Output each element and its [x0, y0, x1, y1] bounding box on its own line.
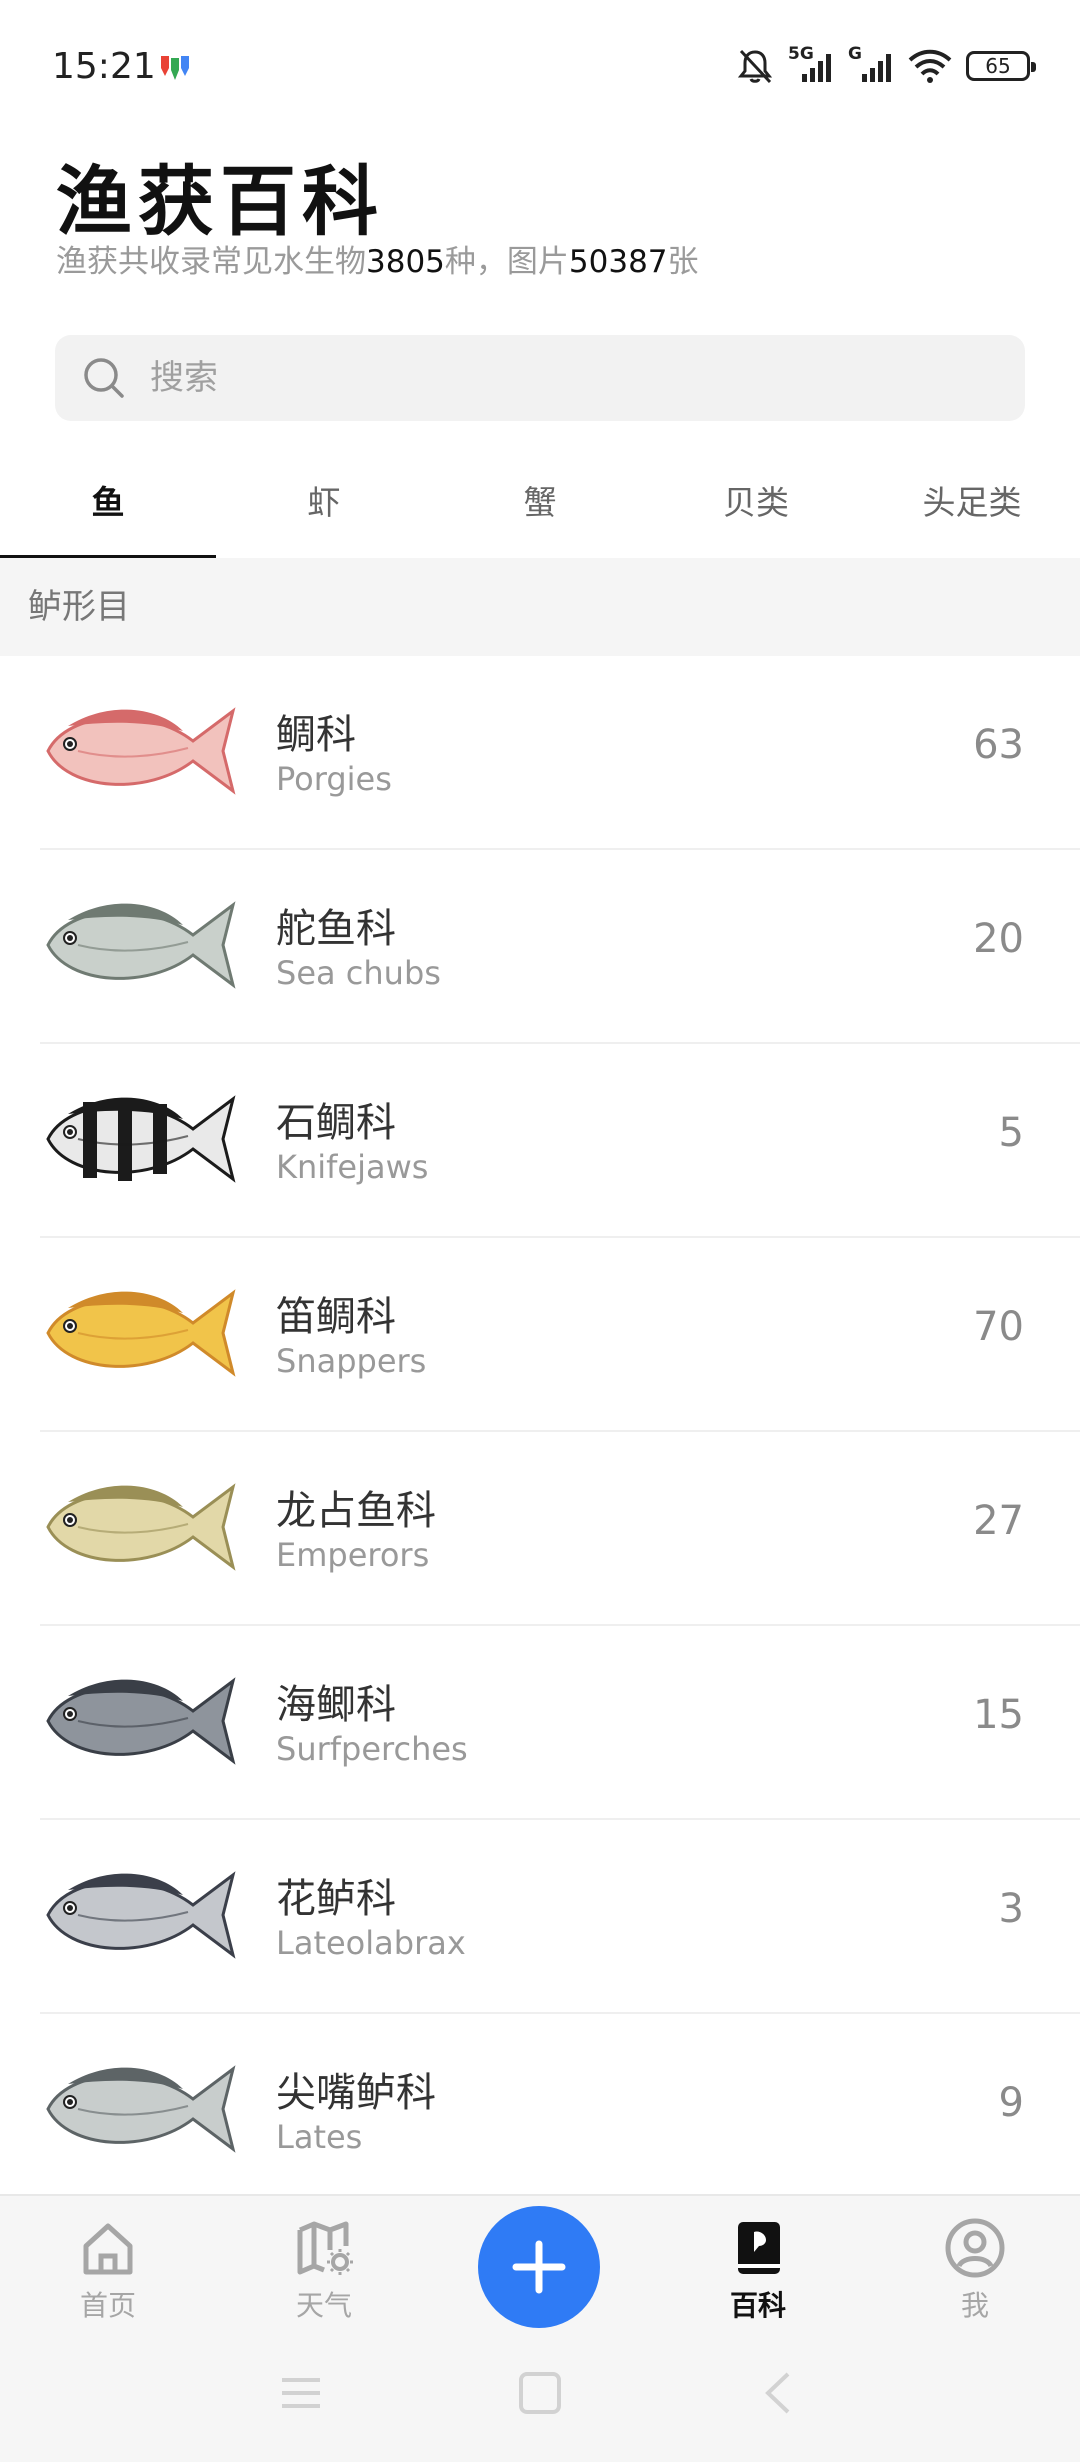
list-item[interactable]: 笛鲷科 Snappers 70: [0, 1238, 1080, 1432]
family-name: 花鲈科: [276, 1876, 396, 1922]
page-title: 渔获百科: [56, 157, 384, 246]
fish-thumbnail: [46, 1483, 236, 1571]
list-item[interactable]: 尖嘴鲈科 Lates 9: [0, 2014, 1080, 2208]
fish-thumbnail: [46, 1289, 236, 1377]
tab-crab[interactable]: 蟹: [432, 460, 648, 558]
nav-weather[interactable]: 天气: [254, 2216, 394, 2324]
status-icons: 5G G 65: [736, 44, 1036, 88]
family-latin-name: Emperors: [276, 1536, 430, 1574]
category-tabs: 鱼 虾 蟹 贝类 头足类: [0, 460, 1080, 560]
tab-cephalopods[interactable]: 头足类: [864, 460, 1080, 558]
plus-icon: [512, 2240, 566, 2294]
list-item[interactable]: 鲷科 Porgies 63: [0, 656, 1080, 850]
species-count-badge: 20: [973, 916, 1024, 962]
family-latin-name: Lates: [276, 2118, 363, 2156]
image-count: 50387: [568, 244, 668, 280]
profile-icon: [945, 2218, 1005, 2278]
species-count: 3805: [366, 244, 445, 280]
home-square-icon[interactable]: [517, 2370, 563, 2416]
encyclopedia-book-icon: [738, 2222, 780, 2274]
search-bar[interactable]: [55, 335, 1025, 421]
home-icon: [83, 2223, 133, 2275]
status-time: 15:21: [52, 46, 156, 87]
signal-2: G: [848, 44, 894, 86]
fish-thumbnail: [46, 707, 236, 795]
nav-home[interactable]: 首页: [38, 2216, 178, 2324]
signal-bars-icon: [862, 54, 891, 82]
family-latin-name: Porgies: [276, 760, 392, 798]
battery-indicator: 65: [966, 51, 1036, 81]
add-catch-button[interactable]: [478, 2206, 600, 2328]
family-list: 鲷科 Porgies 63 舵鱼科 Sea chubs 20 石鲷科 Knifejaws 5 笛鲷…: [0, 656, 1080, 2208]
search-icon: [84, 358, 124, 398]
family-latin-name: Knifejaws: [276, 1148, 429, 1186]
tab-shellfish[interactable]: 贝类: [648, 460, 864, 558]
species-count-badge: 27: [973, 1498, 1024, 1544]
signal-1: 5G: [788, 44, 834, 86]
tab-fish[interactable]: 鱼: [0, 460, 216, 558]
family-latin-name: Sea chubs: [276, 954, 441, 992]
family-name: 笛鲷科: [276, 1294, 396, 1340]
family-name: 海鲫科: [276, 1682, 396, 1728]
section-header: 鲈形目: [0, 558, 1080, 656]
list-item[interactable]: 海鲫科 Surfperches 15: [0, 1626, 1080, 1820]
section-label: 鲈形目: [28, 587, 130, 627]
family-name: 舵鱼科: [276, 906, 396, 952]
fish-thumbnail: [46, 1871, 236, 1959]
species-count-badge: 3: [998, 1886, 1024, 1932]
search-input[interactable]: [150, 335, 1010, 421]
family-latin-name: Lateolabrax: [276, 1924, 466, 1962]
list-item[interactable]: 舵鱼科 Sea chubs 20: [0, 850, 1080, 1044]
fish-thumbnail: [46, 1095, 236, 1183]
family-latin-name: Snappers: [276, 1342, 427, 1380]
subtitle-mid: 种，图片: [444, 244, 569, 280]
family-name: 尖嘴鲈科: [276, 2070, 436, 2116]
weather-map-icon: [297, 2221, 353, 2275]
list-item[interactable]: 花鲈科 Lateolabrax 3: [0, 1820, 1080, 2014]
bottom-navigation: 首页 天气 百科 我: [0, 2194, 1080, 2462]
family-name: 龙占鱼科: [276, 1488, 436, 1534]
species-count-badge: 9: [998, 2080, 1024, 2126]
nav-encyclopedia[interactable]: 百科: [688, 2216, 828, 2324]
subtitle-prefix: 渔获共收录常见水生物: [56, 244, 366, 280]
menu-icon[interactable]: [278, 2370, 324, 2416]
species-count-badge: 63: [973, 722, 1024, 768]
fish-thumbnail: [46, 1677, 236, 1765]
species-count-badge: 15: [973, 1692, 1024, 1738]
family-name: 鲷科: [276, 712, 356, 758]
fish-thumbnail: [46, 901, 236, 989]
list-item[interactable]: 龙占鱼科 Emperors 27: [0, 1432, 1080, 1626]
page-subtitle: 渔获共收录常见水生物3805种，图片50387张: [56, 236, 699, 281]
species-count-badge: 70: [973, 1304, 1024, 1350]
status-bar: 15:21 5G G 65: [0, 0, 1080, 140]
nav-profile-label: 我: [960, 2289, 989, 2322]
tab-shrimp[interactable]: 虾: [216, 460, 432, 558]
signal-bars-icon: [802, 54, 831, 82]
nav-encyclopedia-label: 百科: [729, 2289, 786, 2322]
fish-thumbnail: [46, 2065, 236, 2153]
wifi-icon: [908, 49, 952, 83]
list-item[interactable]: 石鲷科 Knifejaws 5: [0, 1044, 1080, 1238]
back-icon[interactable]: [756, 2370, 802, 2416]
subtitle-suffix: 张: [667, 244, 699, 280]
mute-bell-icon: [737, 49, 773, 84]
family-name: 石鲷科: [276, 1100, 396, 1146]
app-notification-icon: [161, 56, 189, 80]
species-count-badge: 5: [998, 1110, 1024, 1156]
nav-weather-label: 天气: [295, 2289, 352, 2322]
nav-home-label: 首页: [79, 2289, 136, 2322]
nav-profile[interactable]: 我: [905, 2216, 1045, 2324]
family-latin-name: Surfperches: [276, 1730, 468, 1768]
